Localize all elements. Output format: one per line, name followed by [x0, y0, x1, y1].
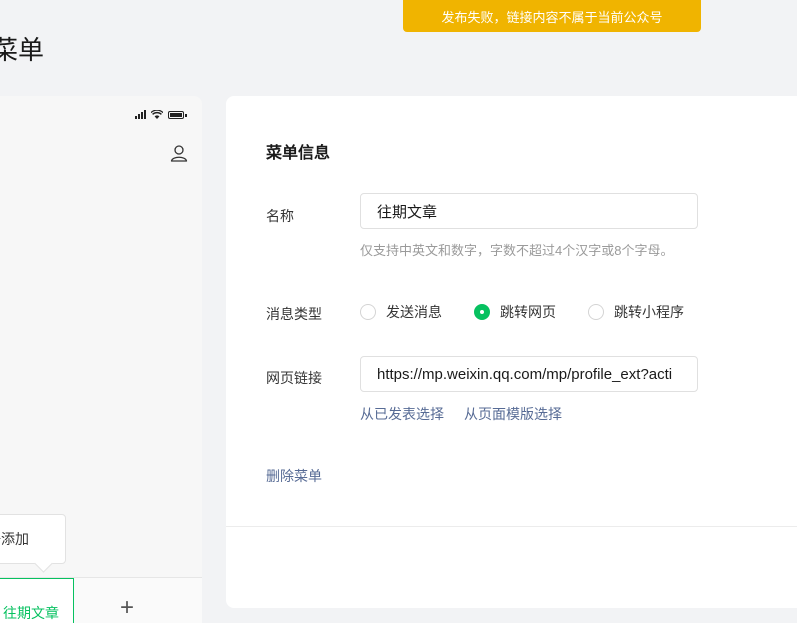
- profile-icon[interactable]: [170, 144, 188, 162]
- radio-jump-webpage[interactable]: 跳转网页: [474, 302, 556, 322]
- menu-item-label: 往期文章: [3, 605, 59, 621]
- type-radio-group: 发送消息 跳转网页 跳转小程序: [360, 302, 716, 322]
- divider: [226, 526, 797, 527]
- name-label: 名称: [266, 208, 294, 224]
- radio-dot: [360, 304, 376, 320]
- status-bar: [135, 110, 187, 119]
- radio-label: 跳转小程序: [614, 304, 684, 320]
- delete-menu-link[interactable]: 删除菜单: [266, 466, 322, 486]
- radio-send-message[interactable]: 发送消息: [360, 302, 442, 322]
- page-title: 菜单: [0, 35, 45, 65]
- select-published-link[interactable]: 从已发表选择: [360, 404, 444, 424]
- menu-item-active[interactable]: 往期文章: [0, 578, 74, 623]
- add-submenu-popup[interactable]: + 添加: [0, 514, 66, 564]
- add-menu-button[interactable]: +: [120, 596, 134, 620]
- url-label: 网页链接: [266, 370, 322, 386]
- signal-icon: [135, 110, 146, 119]
- error-toast: 发布失败，链接内容不属于当前公众号: [403, 0, 701, 32]
- phone-preview: + 添加 往期文章 +: [0, 96, 202, 623]
- radio-jump-miniprogram[interactable]: 跳转小程序: [588, 302, 684, 322]
- name-hint: 仅支持中英文和数字，字数不超过4个汉字或8个字母。: [360, 243, 674, 258]
- menu-bar: 往期文章 +: [0, 577, 202, 623]
- type-label: 消息类型: [266, 306, 322, 322]
- menu-info-panel: 菜单信息 名称 往期文章 仅支持中英文和数字，字数不超过4个汉字或8个字母。 消…: [226, 96, 797, 608]
- radio-dot: [588, 304, 604, 320]
- battery-icon: [168, 111, 187, 119]
- select-template-link[interactable]: 从页面模版选择: [464, 404, 562, 424]
- url-input[interactable]: https://mp.weixin.qq.com/mp/profile_ext?…: [360, 356, 698, 392]
- panel-title: 菜单信息: [266, 145, 331, 162]
- name-input[interactable]: 往期文章: [360, 193, 698, 229]
- plus-icon: +: [0, 530, 1, 546]
- radio-dot-checked: [474, 304, 490, 320]
- url-select-links: 从已发表选择 从页面模版选择: [360, 404, 562, 424]
- wifi-icon: [151, 110, 163, 119]
- add-submenu-label: 添加: [1, 531, 29, 547]
- error-toast-text: 发布失败，链接内容不属于当前公众号: [441, 9, 663, 25]
- radio-label: 发送消息: [386, 304, 442, 320]
- radio-label: 跳转网页: [500, 304, 556, 320]
